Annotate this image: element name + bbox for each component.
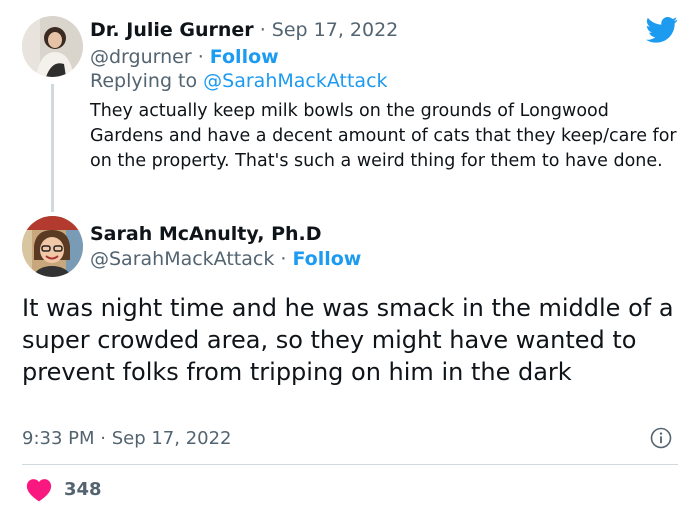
avatar-sarah-mcanulty[interactable]	[22, 216, 83, 277]
tweet1-handle-line: @drgurner · Follow	[90, 45, 279, 69]
tweet2-header: Sarah McAnulty, Ph.D	[90, 222, 322, 246]
divider	[22, 464, 678, 465]
tweet1-handle[interactable]: @drgurner	[90, 46, 192, 68]
replying-prefix: Replying to	[90, 70, 198, 92]
tweet2-date: Sep 17, 2022	[111, 428, 232, 449]
tweet2-follow-button[interactable]: Follow	[292, 248, 361, 270]
tweet1-text: They actually keep milk bowls on the gro…	[90, 101, 677, 171]
separator-dot: ·	[274, 248, 293, 270]
thread-connector-line	[51, 84, 54, 212]
tweet2-time: 9:33 PM	[22, 428, 95, 449]
avatar-image	[22, 216, 83, 277]
tweet2-author-name[interactable]: Sarah McAnulty, Ph.D	[90, 223, 322, 245]
separator-dot: ·	[191, 46, 210, 68]
twitter-bird-icon[interactable]	[646, 16, 678, 44]
tweet2-text: It was night time and he was smack in th…	[22, 294, 674, 386]
avatar-image	[22, 16, 83, 77]
tweet1-header: Dr. Julie Gurner · Sep 17, 2022	[90, 18, 398, 42]
tweet2-handle-line: @SarahMackAttack · Follow	[90, 247, 361, 271]
tweet1-author-name[interactable]: Dr. Julie Gurner	[90, 19, 254, 41]
tweet1-date[interactable]: Sep 17, 2022	[272, 19, 398, 41]
tweet2-timestamp[interactable]: 9:33 PM · Sep 17, 2022	[22, 427, 232, 451]
heart-icon[interactable]	[26, 478, 52, 502]
tweet2-handle[interactable]: @SarahMackAttack	[90, 248, 274, 270]
avatar-julie-gurner[interactable]	[22, 16, 83, 77]
replying-to-handle[interactable]: @SarahMackAttack	[203, 70, 387, 92]
tweet1-replying-to: Replying to @SarahMackAttack	[90, 69, 388, 93]
info-icon[interactable]	[650, 427, 672, 449]
separator-dot: ·	[94, 428, 112, 449]
like-count[interactable]: 348	[64, 479, 102, 501]
separator-dot: ·	[253, 19, 272, 41]
tweet1-follow-button[interactable]: Follow	[210, 46, 279, 68]
